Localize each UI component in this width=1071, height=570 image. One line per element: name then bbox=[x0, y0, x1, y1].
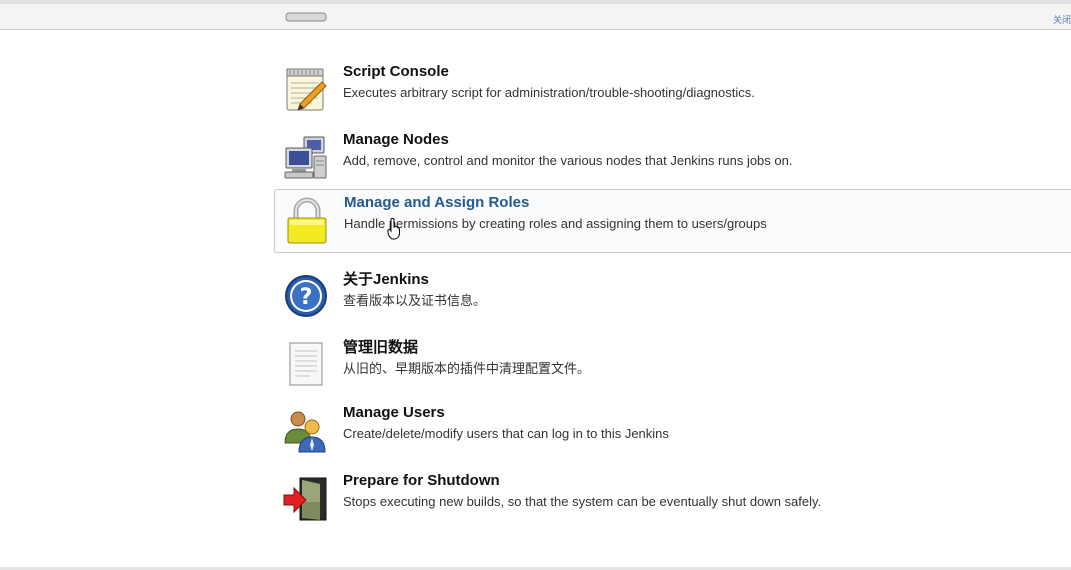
manage-item-script-console[interactable]: Script Console Executes arbitrary script… bbox=[274, 59, 1071, 121]
hand-cursor-icon bbox=[387, 218, 400, 240]
item-description: Create/delete/modify users that can log … bbox=[343, 426, 669, 441]
item-description: Add, remove, control and monitor the var… bbox=[343, 153, 793, 168]
item-title[interactable]: Manage and Assign Roles bbox=[344, 194, 529, 211]
item-description: Handle permissions by creating roles and… bbox=[344, 216, 767, 231]
exit-door-icon bbox=[283, 477, 327, 521]
network-computers-icon bbox=[284, 136, 327, 179]
item-title[interactable]: 管理旧数据 bbox=[343, 336, 418, 357]
item-description: 查看版本以及证书信息。 bbox=[343, 293, 487, 308]
manage-item-about-jenkins[interactable]: ? 关于Jenkins 查看版本以及证书信息。 bbox=[274, 264, 1071, 326]
manage-item-partial[interactable] bbox=[274, 0, 1071, 32]
document-icon bbox=[289, 342, 323, 386]
svg-text:?: ? bbox=[300, 285, 313, 310]
notepad-pencil-icon bbox=[286, 68, 327, 111]
padlock-icon bbox=[287, 197, 327, 244]
item-description: 从旧的、早期版本的插件中清理配置文件。 bbox=[343, 361, 591, 376]
item-title[interactable]: Prepare for Shutdown bbox=[343, 472, 500, 489]
item-title[interactable]: Manage Nodes bbox=[343, 131, 449, 148]
item-description: Executes arbitrary script for administra… bbox=[343, 85, 755, 100]
manage-item-old-data[interactable]: 管理旧数据 从旧的、早期版本的插件中清理配置文件。 bbox=[274, 332, 1071, 394]
users-icon bbox=[284, 411, 326, 453]
item-title[interactable]: Manage Users bbox=[343, 404, 445, 421]
manage-item-prepare-shutdown[interactable]: Prepare for Shutdown Stops executing new… bbox=[274, 468, 1071, 530]
item-title[interactable]: 关于Jenkins bbox=[343, 268, 429, 289]
partial-icon bbox=[285, 12, 327, 22]
item-title[interactable]: Script Console bbox=[343, 63, 449, 80]
manage-item-manage-nodes[interactable]: Manage Nodes Add, remove, control and mo… bbox=[274, 127, 1071, 189]
help-question-icon: ? bbox=[285, 275, 327, 317]
item-description: Stops executing new builds, so that the … bbox=[343, 494, 822, 509]
manage-item-manage-users[interactable]: Manage Users Create/delete/modify users … bbox=[274, 400, 1071, 462]
